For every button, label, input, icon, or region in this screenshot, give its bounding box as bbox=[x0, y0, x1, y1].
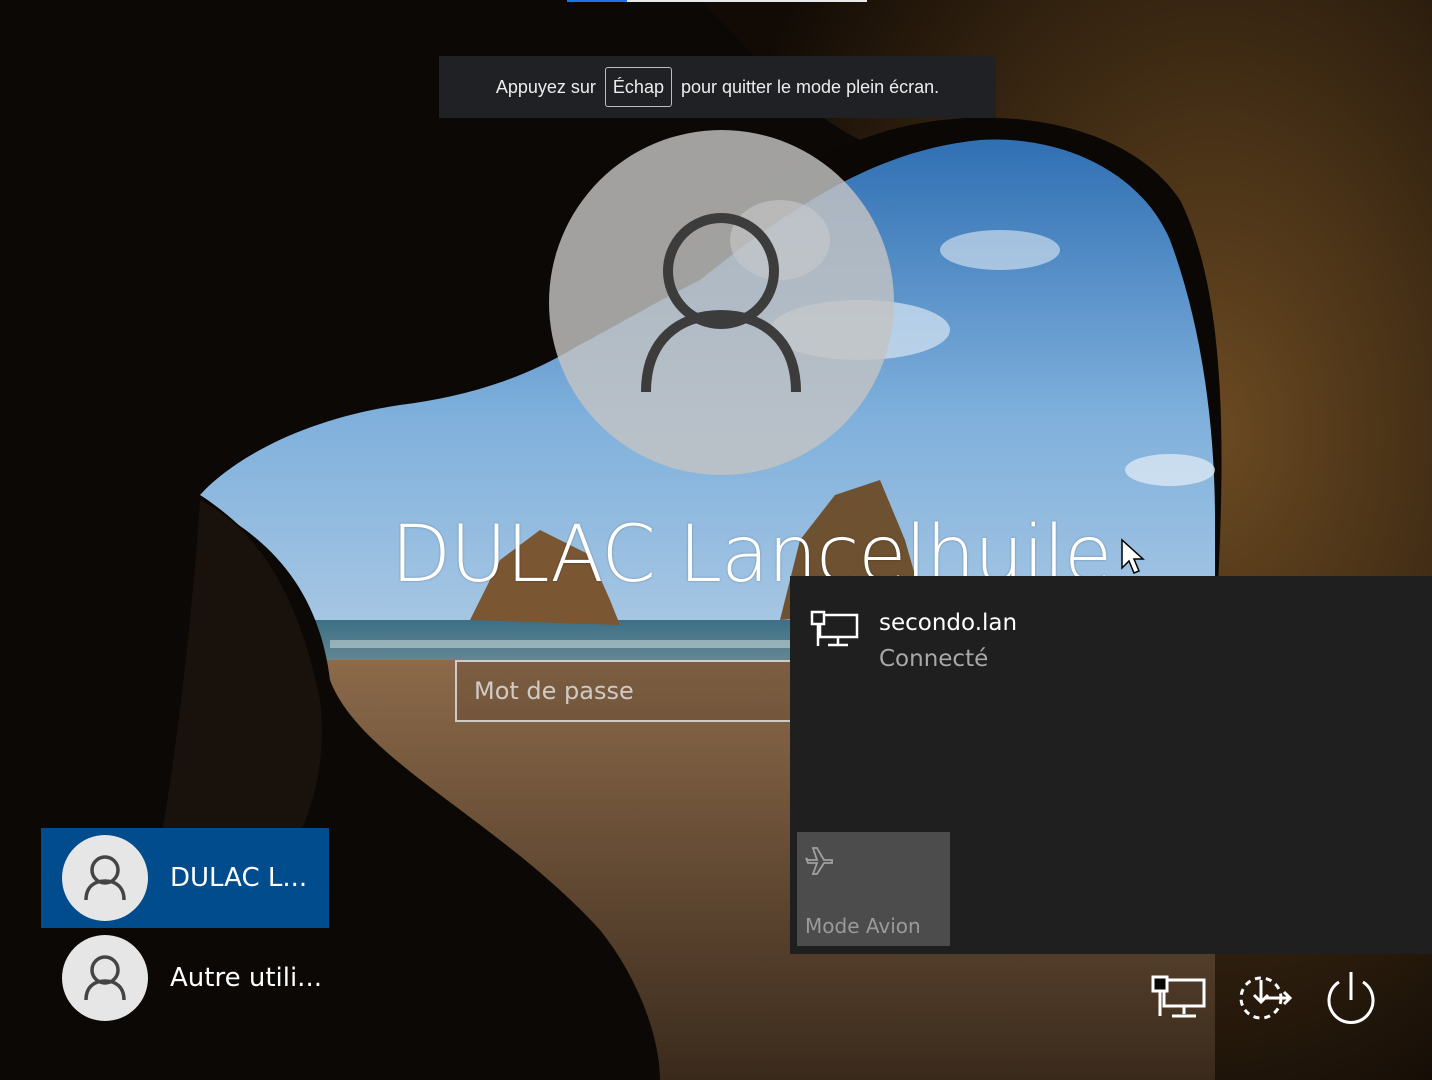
network-status: Connecté bbox=[879, 646, 989, 672]
airplane-mode-toggle[interactable]: Mode Avion bbox=[797, 832, 950, 946]
person-icon bbox=[84, 955, 126, 1001]
user-list-label: Autre utili... bbox=[170, 963, 322, 993]
person-icon bbox=[641, 213, 801, 393]
toast-prefix-text: Appuyez sur bbox=[495, 76, 596, 97]
airplane-icon bbox=[805, 847, 833, 875]
user-avatar bbox=[549, 130, 894, 475]
escape-key-badge: Échap bbox=[604, 67, 672, 107]
power-icon[interactable] bbox=[1320, 968, 1382, 1030]
network-icon[interactable] bbox=[1148, 968, 1210, 1030]
user-list-item-other-user[interactable]: Autre utili... bbox=[41, 928, 329, 1028]
user-avatar-small bbox=[62, 835, 148, 921]
user-list-item-dulac[interactable]: DULAC L... bbox=[41, 828, 329, 928]
ease-of-access-icon[interactable] bbox=[1234, 968, 1296, 1030]
ethernet-network-icon bbox=[810, 610, 859, 647]
mouse-cursor-icon bbox=[1121, 538, 1145, 574]
fullscreen-exit-toast: Appuyez sur Échap pour quitter le mode p… bbox=[439, 56, 996, 118]
toast-suffix-text: pour quitter le mode plein écran. bbox=[680, 76, 940, 97]
network-flyout: secondo.lan Connecté Mode Avion bbox=[790, 576, 1432, 954]
fullscreen-progress-fill bbox=[567, 0, 627, 2]
person-icon bbox=[84, 855, 126, 901]
network-name: secondo.lan bbox=[879, 610, 1018, 636]
fullscreen-progress-bar bbox=[567, 0, 867, 2]
password-input[interactable]: Mot de passe bbox=[455, 660, 815, 722]
user-list-label: DULAC L... bbox=[170, 863, 308, 893]
user-avatar-small bbox=[62, 935, 148, 1021]
airplane-mode-label: Mode Avion bbox=[805, 914, 921, 938]
